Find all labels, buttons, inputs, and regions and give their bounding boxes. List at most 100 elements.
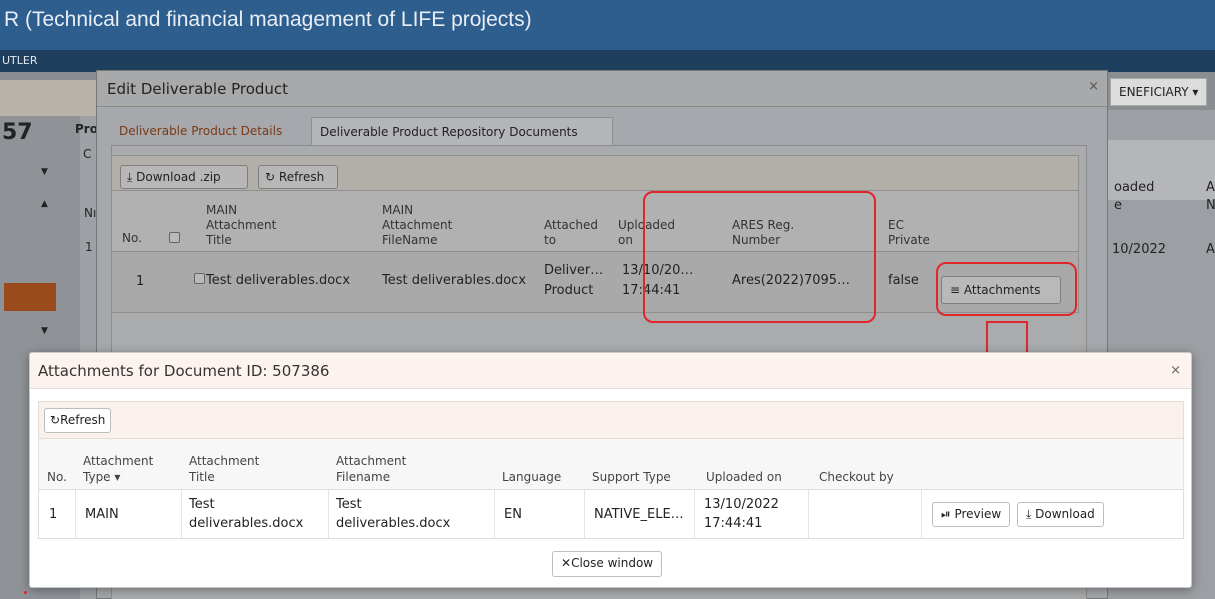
- background-col-e: e: [1114, 198, 1122, 213]
- download-icon: ⤓: [127, 170, 133, 184]
- col-attachment-filename-1: Attachment: [336, 454, 407, 468]
- documents-grid-header: No. MAIN Attachment Title MAIN Attachmen…: [111, 191, 1079, 251]
- background-col-a: A: [1206, 180, 1215, 195]
- tab-repository-documents[interactable]: Deliverable Product Repository Documents: [311, 117, 613, 145]
- download-label: Download: [1035, 507, 1095, 521]
- attachments-refresh-label: Refresh: [60, 413, 106, 427]
- row-attached-2: Product: [544, 283, 594, 298]
- caret-down-icon[interactable]: ▼: [41, 326, 48, 336]
- column-divider: [584, 490, 585, 538]
- row-title-1: Test: [189, 497, 215, 512]
- table-row[interactable]: 1 Test deliverables.docx Test deliverabl…: [111, 251, 1079, 313]
- close-icon[interactable]: ×: [1088, 79, 1099, 94]
- refresh-icon: ↻: [265, 170, 276, 184]
- col-main-title-3: Title: [206, 233, 232, 247]
- col-uploaded-2: on: [618, 233, 633, 247]
- column-divider: [921, 490, 922, 538]
- background-a: A: [1206, 242, 1215, 257]
- col-attachment-title-2: Title: [189, 470, 215, 484]
- row-title: Test deliverables.docx: [206, 273, 351, 288]
- attachments-highlight: [936, 262, 1077, 316]
- col-main-title-1: MAIN: [206, 203, 238, 217]
- col-main-file-3: FileName: [382, 233, 438, 247]
- background-date: 10/2022: [1112, 242, 1167, 257]
- row-filename: Test deliverables.docx: [382, 273, 527, 288]
- background-proj-value: C: [83, 147, 92, 161]
- attachments-dialog-header: Attachments for Document ID: 507386 ×: [30, 353, 1191, 389]
- col-attached-2: to: [544, 233, 557, 247]
- col-attachment-type-2[interactable]: Type ▾: [83, 470, 120, 485]
- col-attachment-filename-2: Filename: [336, 470, 391, 484]
- row-ec-private: false: [888, 273, 919, 288]
- row-no: 1: [49, 507, 58, 522]
- row-title-2: deliverables.docx: [189, 516, 304, 531]
- row-uploaded-2: 17:44:41: [704, 516, 763, 531]
- attachments-grid-header: No. Attachment Type ▾ Attachment Title A…: [38, 439, 1184, 489]
- column-divider: [808, 490, 809, 538]
- user-name: UTLER: [2, 54, 38, 67]
- dialog-title: Edit Deliverable Product: [107, 80, 289, 98]
- col-main-file-2: Attachment: [382, 218, 453, 232]
- background-number: 57: [2, 120, 33, 145]
- col-checkout-by: Checkout by: [819, 470, 894, 484]
- row-language: EN: [504, 507, 522, 522]
- attachments-refresh-button[interactable]: ↻Refresh: [44, 408, 112, 433]
- close-icon: ✕: [561, 556, 572, 570]
- col-no: No.: [47, 470, 67, 484]
- refresh-button[interactable]: ↻ Refresh: [258, 165, 338, 189]
- row-filename-1: Test: [336, 497, 362, 512]
- col-no: No.: [122, 231, 142, 245]
- background-col-n: N: [1206, 198, 1215, 213]
- download-button[interactable]: ⤓ Download: [1017, 502, 1104, 527]
- attachments-dialog: Attachments for Document ID: 507386 × ↻R…: [29, 352, 1192, 588]
- column-divider: [328, 490, 329, 538]
- select-all-checkbox[interactable]: [169, 232, 180, 243]
- dialog-header: Edit Deliverable Product ×: [97, 71, 1107, 107]
- row-no: 1: [136, 274, 145, 289]
- refresh-label: Refresh: [278, 170, 325, 184]
- caret-up-icon[interactable]: ▲: [41, 199, 48, 209]
- app-header: R (Technical and financial management of…: [0, 0, 1215, 50]
- close-window-button[interactable]: ✕Close window: [552, 551, 663, 577]
- documents-toolbar: ⤓ Download .zip ↻ Refresh: [111, 155, 1079, 191]
- row-type: MAIN: [85, 507, 119, 522]
- beneficiary-dropdown[interactable]: ENEFICIARY ▾: [1110, 78, 1207, 106]
- table-row[interactable]: 1 MAIN Test deliverables.docx Test deliv…: [38, 489, 1184, 539]
- col-main-file-1: MAIN: [382, 203, 414, 217]
- play-pause-icon: ⏯: [941, 507, 951, 521]
- row-checkbox[interactable]: [194, 273, 205, 284]
- background-row-number: 1: [85, 240, 93, 254]
- download-zip-label: Download .zip: [136, 170, 221, 184]
- preview-label: Preview: [954, 507, 1002, 521]
- red-dot: [24, 591, 27, 594]
- column-divider: [181, 490, 182, 538]
- row-attached-1: Deliver…: [544, 263, 604, 278]
- background-col-uploaded: oaded: [1114, 180, 1155, 195]
- attachments-toolbar: ↻Refresh: [38, 401, 1184, 439]
- col-ec-2: Private: [888, 233, 930, 247]
- background-active-menu-item[interactable]: [4, 283, 56, 311]
- col-ec-1: EC: [888, 218, 904, 232]
- col-main-title-2: Attachment: [206, 218, 277, 232]
- row-filename-2: deliverables.docx: [336, 516, 451, 531]
- download-zip-button[interactable]: ⤓ Download .zip: [120, 165, 248, 189]
- uploaded-ares-highlight: [643, 191, 876, 323]
- preview-button[interactable]: ⏯ Preview: [932, 502, 1011, 527]
- caret-down-icon[interactable]: ▼: [41, 167, 48, 177]
- background-menu-bar: [0, 80, 100, 116]
- close-window-label: Close window: [571, 556, 654, 570]
- row-uploaded-1: 13/10/2022: [704, 497, 779, 512]
- col-attachment-type-1[interactable]: Attachment: [83, 454, 153, 469]
- col-uploaded-on: Uploaded on: [706, 470, 782, 484]
- col-attached-1: Attached: [544, 218, 598, 232]
- app-title: R (Technical and financial management of…: [4, 8, 532, 31]
- attachments-dialog-title: Attachments for Document ID: 507386: [38, 362, 330, 380]
- refresh-icon: ↻: [50, 413, 61, 427]
- col-support-type: Support Type: [592, 470, 671, 484]
- close-icon[interactable]: ×: [1170, 363, 1181, 378]
- row-support-type: NATIVE_ELE…: [594, 507, 684, 522]
- column-divider: [494, 490, 495, 538]
- col-attachment-title-1: Attachment: [189, 454, 260, 468]
- tab-deliverable-details[interactable]: Deliverable Product Details: [111, 117, 291, 145]
- column-divider: [75, 490, 76, 538]
